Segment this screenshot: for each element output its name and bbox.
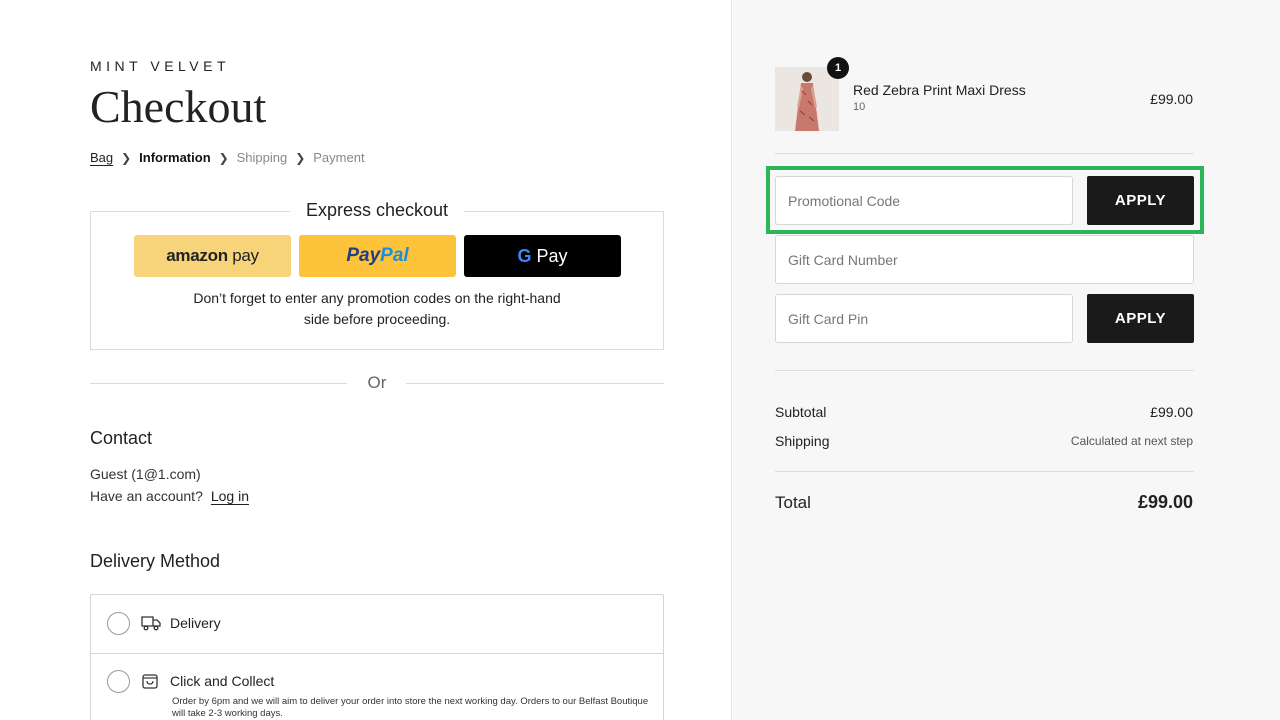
- shopping-bag-icon: [142, 674, 158, 689]
- gift-card-pin-field[interactable]: [775, 294, 1073, 343]
- promo-code-field[interactable]: [775, 176, 1073, 225]
- checkout-main-panel: MINT VELVET Checkout Bag ❯ Information ❯…: [0, 0, 731, 720]
- click-and-collect-radio[interactable]: [107, 670, 130, 693]
- paypal-button[interactable]: PayPal: [299, 235, 456, 277]
- breadcrumb-bag[interactable]: Bag: [90, 150, 113, 165]
- divider-line: [406, 383, 664, 384]
- click-and-collect-note: Order by 6pm and we will aim to deliver …: [172, 696, 649, 719]
- click-and-collect-option[interactable]: Click and Collect Order by 6pm and we wi…: [91, 654, 663, 720]
- quantity-badge: 1: [827, 57, 849, 79]
- guest-email: Guest (1@1.com): [90, 466, 201, 482]
- login-link[interactable]: Log in: [211, 488, 249, 504]
- express-checkout-note: Don’t forget to enter any promotion code…: [193, 290, 561, 327]
- apply-gift-card-button[interactable]: APPLY: [1087, 294, 1194, 343]
- delivery-option[interactable]: Delivery: [91, 595, 663, 654]
- breadcrumb-payment: Payment: [313, 150, 365, 165]
- amazon-pay-button[interactable]: amazon pay: [134, 235, 291, 277]
- express-pay-buttons: amazon pay PayPal G Pay: [134, 235, 621, 277]
- order-summary-panel: 1 Red Zebra Print Maxi Dress 10 £99.00 A…: [731, 0, 1280, 720]
- total-label: Total: [775, 493, 811, 512]
- shipping-value: Calculated at next step: [1070, 434, 1193, 448]
- shipping-label: Shipping: [775, 433, 830, 449]
- gift-card-number-input[interactable]: [788, 251, 1193, 268]
- brand-logo[interactable]: MINT VELVET: [90, 58, 230, 74]
- breadcrumb-information: Information: [139, 150, 211, 165]
- divider: [775, 153, 1194, 154]
- product-name: Red Zebra Print Maxi Dress: [853, 82, 1026, 98]
- divider: [775, 471, 1194, 472]
- breadcrumb-shipping: Shipping: [236, 150, 288, 165]
- chevron-right-icon: ❯: [218, 150, 229, 165]
- account-prompt-row: Have an account? Log in: [90, 488, 249, 504]
- gift-card-pin-input[interactable]: [788, 310, 1072, 327]
- breadcrumb: Bag ❯ Information ❯ Shipping ❯ Payment: [90, 150, 365, 165]
- chevron-right-icon: ❯: [295, 150, 306, 165]
- delivery-method-options: Delivery Click and Collect Order by 6pm …: [90, 594, 664, 720]
- click-and-collect-label: Click and Collect: [170, 673, 275, 689]
- truck-icon: [141, 616, 161, 631]
- chevron-right-icon: ❯: [121, 150, 132, 165]
- delivery-option-label: Delivery: [170, 615, 221, 631]
- or-divider: Or: [90, 373, 664, 393]
- google-pay-logo: G Pay: [517, 245, 568, 266]
- product-image: [775, 67, 839, 131]
- subtotal-label: Subtotal: [775, 404, 827, 420]
- paypal-logo: PayPal: [346, 245, 409, 266]
- express-checkout-box: Express checkout amazon pay PayPal G Pay…: [90, 200, 664, 350]
- divider: [775, 370, 1194, 371]
- delivery-method-heading: Delivery Method: [90, 551, 221, 571]
- product-thumbnail: [775, 67, 839, 131]
- apply-promo-button[interactable]: APPLY: [1087, 176, 1194, 225]
- account-prompt: Have an account?: [90, 488, 203, 504]
- subtotal-value: £99.00: [1150, 404, 1193, 420]
- google-pay-button[interactable]: G Pay: [464, 235, 621, 277]
- delivery-radio[interactable]: [107, 612, 130, 635]
- contact-heading: Contact: [90, 428, 153, 448]
- product-size: 10: [853, 101, 866, 113]
- total-value: £99.00: [1137, 492, 1193, 512]
- page-title: Checkout: [90, 81, 267, 132]
- express-checkout-title: Express checkout: [289, 200, 465, 221]
- product-price: £99.00: [1150, 91, 1193, 107]
- amazon-pay-logo: amazon pay: [166, 246, 259, 265]
- promo-code-input[interactable]: [788, 192, 1072, 209]
- gift-card-number-field[interactable]: [775, 235, 1194, 284]
